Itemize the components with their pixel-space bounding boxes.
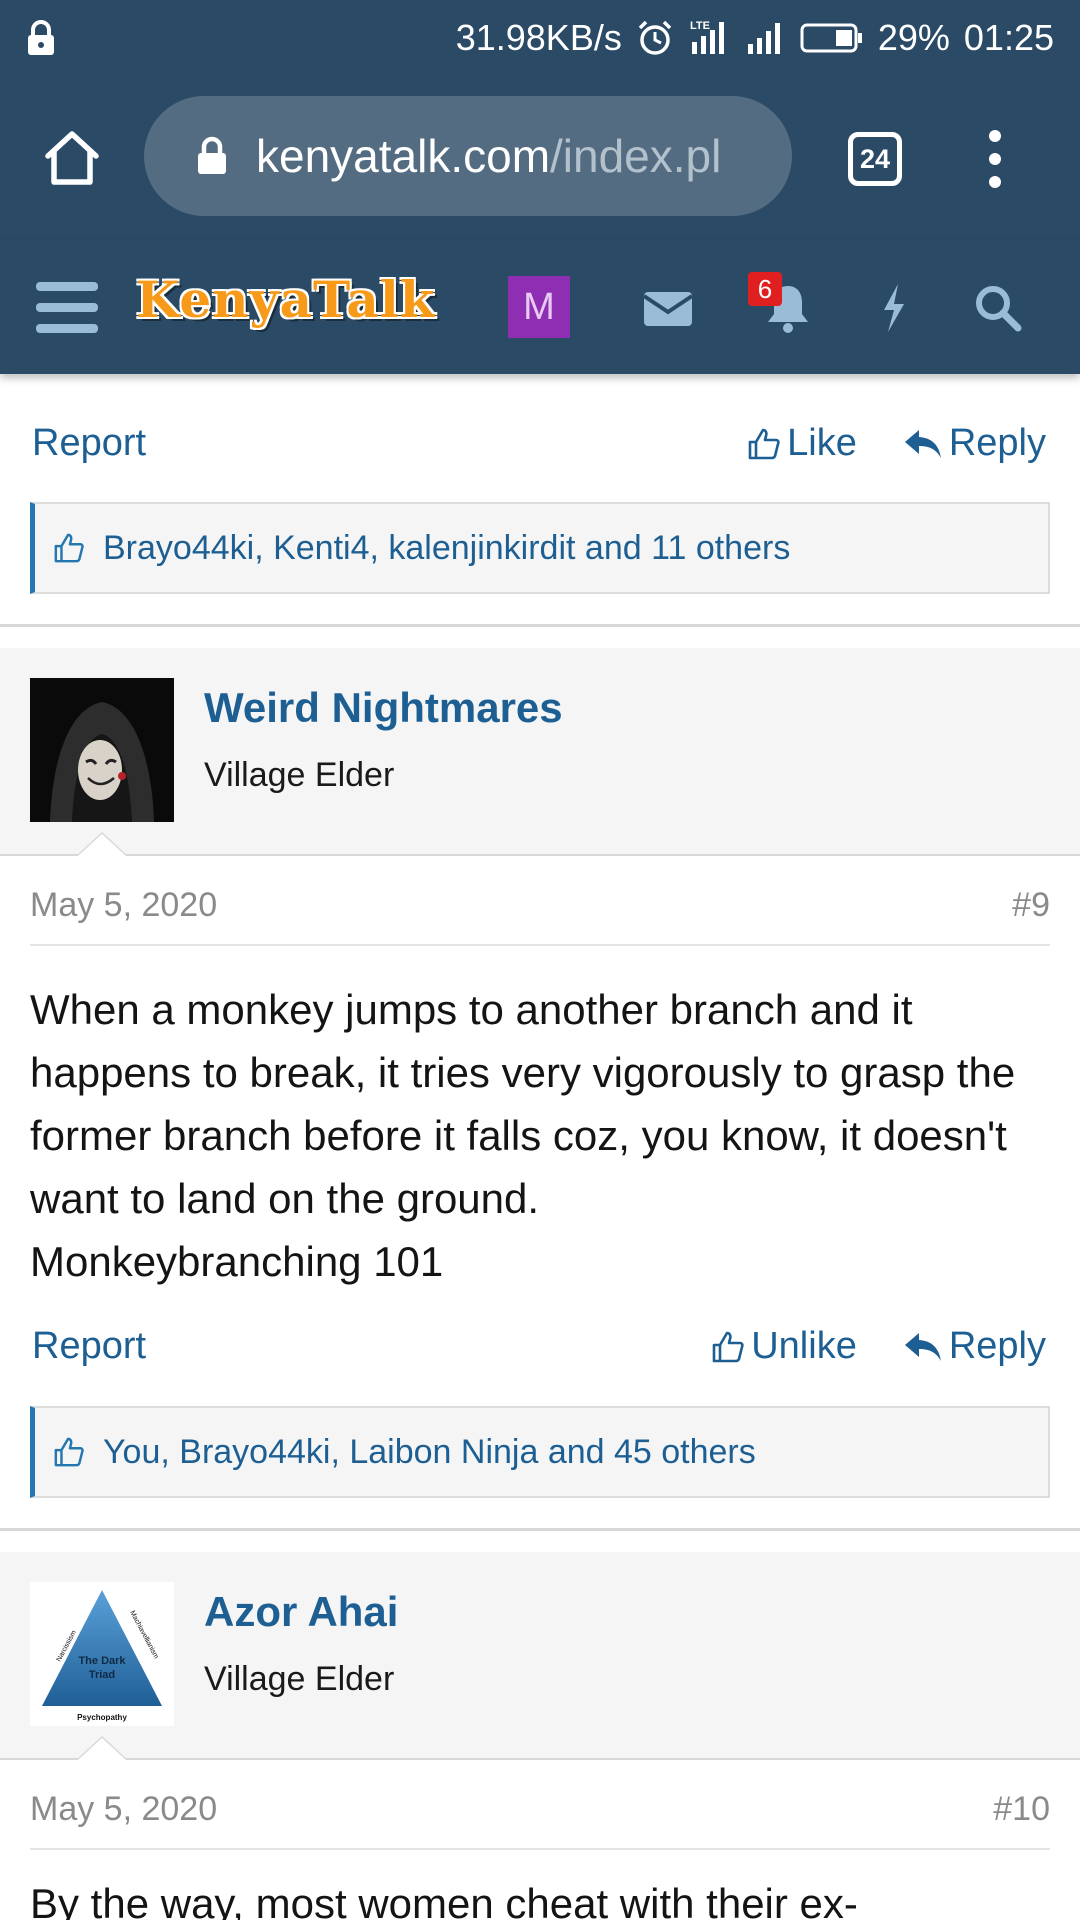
reply-label: Reply <box>948 422 1046 464</box>
post-meta: May 5, 2020 #9 <box>30 876 1050 946</box>
more-vert-icon <box>989 130 1001 188</box>
reply-icon <box>904 1332 941 1361</box>
post-text-line: Monkeybranching 101 <box>30 1238 444 1285</box>
report-link[interactable]: Report <box>32 422 146 465</box>
user-title: Village Elder <box>204 1660 395 1698</box>
arrow-notch-inner <box>78 1738 126 1760</box>
envelope-icon <box>642 292 694 326</box>
clock: 01:25 <box>963 17 1054 58</box>
home-icon <box>45 131 99 185</box>
reaction-summary[interactable]: You, Brayo44ki, Laibon Ninja and 45 othe… <box>30 1406 1050 1498</box>
signal-icon <box>746 20 786 56</box>
site-logo[interactable]: KenyaTalk <box>136 270 435 329</box>
home-button[interactable] <box>40 126 104 190</box>
post-actions: Report Like Reply <box>0 422 1080 482</box>
post-actions: Report Unlike Reply <box>0 1325 1080 1385</box>
search-icon <box>976 286 1022 332</box>
username-link[interactable]: Weird Nightmares <box>204 684 563 732</box>
secure-lock-icon <box>196 136 228 176</box>
user-title: Village Elder <box>204 756 395 794</box>
arrow-notch-inner <box>78 834 126 856</box>
likes-text: You, Brayo44ki, Laibon Ninja and 45 othe… <box>103 1432 756 1471</box>
avatar-caption: Psychopathy <box>77 1713 127 1722</box>
report-link[interactable]: Report <box>32 1325 146 1368</box>
user-avatar[interactable]: The Dark Triad Psychopathy Narcissism Ma… <box>30 1582 174 1726</box>
url-path: /index.pl <box>550 130 722 182</box>
thumbs-up-icon <box>712 1331 744 1362</box>
site-navigation: KenyaTalk M 6 <box>0 240 1080 374</box>
bolt-icon <box>884 284 904 332</box>
like-label: Like <box>787 422 857 464</box>
battery-icon <box>800 21 864 55</box>
post-user-header: The Dark Triad Psychopathy Narcissism Ma… <box>0 1552 1080 1760</box>
hamburger-icon <box>36 282 98 333</box>
post-meta: May 5, 2020 #10 <box>30 1780 1050 1850</box>
likes-text: Brayo44ki, Kenti4, kalenjinkirdit and 11… <box>103 528 791 567</box>
status-bar: 31.98KB/s LTE 29% 01:25 <box>0 0 1080 76</box>
browser-toolbar: kenyatalk.com/index.pl 24 <box>0 76 1080 240</box>
search-button[interactable] <box>970 280 1026 336</box>
inbox-button[interactable] <box>640 280 696 336</box>
post-text: By the way, most women cheat with their … <box>30 1880 858 1920</box>
post-user-header: Weird Nightmares Village Elder <box>0 648 1080 856</box>
lte-signal-icon: LTE <box>688 18 732 58</box>
unlike-label: Unlike <box>751 1325 857 1367</box>
notification-badge: 6 <box>748 272 782 306</box>
browser-menu-button[interactable] <box>980 124 1010 194</box>
post-text: When a monkey jumps to another branch an… <box>30 986 1016 1222</box>
reply-icon <box>904 429 941 458</box>
network-speed: 31.98KB/s <box>455 17 622 58</box>
whats-new-button[interactable] <box>866 280 922 336</box>
alarm-icon <box>636 19 674 57</box>
post-body: When a monkey jumps to another branch an… <box>30 978 1050 1293</box>
url-host: kenyatalk.com <box>256 130 551 182</box>
post-divider <box>0 624 1080 627</box>
reaction-summary[interactable]: Brayo44ki, Kenti4, kalenjinkirdit and 11… <box>30 502 1050 594</box>
battery-percent: 29% <box>877 17 950 58</box>
lock-icon <box>26 20 56 56</box>
post-number[interactable]: #10 <box>993 1790 1050 1829</box>
reply-button[interactable]: Reply <box>903 1325 1046 1368</box>
unlike-button[interactable]: Unlike <box>711 1325 857 1368</box>
svg-text:LTE: LTE <box>690 20 710 32</box>
account-avatar[interactable]: M <box>508 276 570 338</box>
post-date[interactable]: May 5, 2020 <box>30 1790 217 1829</box>
avatar-caption: Triad <box>89 1669 115 1681</box>
reply-label: Reply <box>948 1325 1046 1367</box>
post-body: By the way, most women cheat with their … <box>30 1880 1050 1920</box>
username-link[interactable]: Azor Ahai <box>204 1588 398 1636</box>
thumbs-up-icon <box>53 1436 85 1468</box>
post-divider <box>0 1528 1080 1531</box>
post-date[interactable]: May 5, 2020 <box>30 886 217 925</box>
user-avatar[interactable] <box>30 678 174 822</box>
post-number[interactable]: #9 <box>1012 886 1050 925</box>
menu-button[interactable] <box>36 280 98 336</box>
like-button[interactable]: Like <box>747 422 857 465</box>
thumbs-up-icon <box>53 532 85 564</box>
tab-switcher-button[interactable]: 24 <box>848 132 902 186</box>
address-bar[interactable]: kenyatalk.com/index.pl <box>144 96 792 216</box>
thumbs-up-icon <box>748 428 780 459</box>
reply-button[interactable]: Reply <box>903 422 1046 465</box>
avatar-caption: The Dark <box>78 1655 126 1667</box>
